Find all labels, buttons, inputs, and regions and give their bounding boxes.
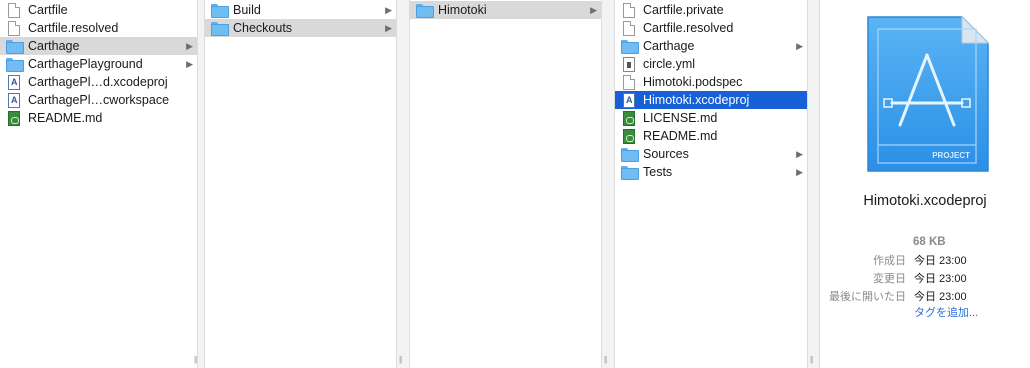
list-item[interactable]: CarthagePlayground ▶	[0, 55, 197, 73]
folder-icon	[416, 4, 434, 18]
folder-icon	[621, 166, 639, 180]
column-divider[interactable]	[198, 0, 205, 368]
folder-icon	[211, 22, 229, 36]
finder-column-4[interactable]: Cartfile.private Cartfile.resolved Carth…	[615, 0, 808, 368]
list-item-selected[interactable]: Himotoki.xcodeproj	[615, 91, 807, 109]
folder-icon	[6, 40, 24, 54]
chevron-right-icon: ▶	[385, 23, 392, 33]
list-item[interactable]: LICENSE.md	[615, 109, 807, 127]
yml-file-icon	[623, 56, 635, 72]
column-divider[interactable]	[602, 0, 615, 368]
list-item[interactable]: Checkouts ▶	[205, 19, 396, 37]
document-icon	[623, 20, 635, 36]
finder-column-2[interactable]: Build ▶ Checkouts ▶	[205, 0, 397, 368]
preview-pane: PROJECT Himotoki.xcodeproj 68 KB 作成日 今日 …	[820, 0, 1030, 368]
markdown-icon	[8, 110, 20, 126]
column-divider[interactable]	[808, 0, 820, 368]
column-resize-handle[interactable]: ||	[399, 355, 402, 364]
list-item[interactable]: circle.yml	[615, 55, 807, 73]
list-item[interactable]: Build ▶	[205, 1, 396, 19]
preview-filename: Himotoki.xcodeproj	[863, 193, 987, 209]
list-item[interactable]: Cartfile	[0, 1, 197, 19]
preview-metadata: 作成日 今日 23:00 変更日 今日 23:00 最後に開いた日 今日 23:…	[820, 252, 1030, 306]
list-item[interactable]: Himotoki.podspec	[615, 73, 807, 91]
document-icon	[623, 2, 635, 18]
chevron-right-icon: ▶	[590, 5, 597, 15]
column-resize-handle[interactable]: ||	[810, 355, 813, 364]
folder-icon	[6, 58, 24, 72]
folder-icon	[621, 148, 639, 162]
list-item[interactable]: CarthagePl…cworkspace	[0, 91, 197, 109]
folder-icon	[621, 40, 639, 54]
preview-filesize: 68 KB	[913, 236, 946, 248]
finder-column-1[interactable]: Cartfile Cartfile.resolved Carthage ▶ Car…	[0, 0, 198, 368]
list-item[interactable]: Cartfile.resolved	[0, 19, 197, 37]
document-icon	[8, 20, 20, 36]
add-tags-link[interactable]: タグを追加...	[914, 304, 978, 320]
list-item[interactable]: README.md	[0, 109, 197, 127]
list-item[interactable]: Himotoki ▶	[410, 1, 601, 19]
meta-modified: 変更日 今日 23:00	[873, 273, 967, 285]
document-icon	[8, 2, 20, 18]
list-item[interactable]: Carthage ▶	[615, 37, 807, 55]
chevron-right-icon: ▶	[796, 41, 803, 51]
list-item[interactable]: Carthage ▶	[0, 37, 197, 55]
xcode-project-large-icon: PROJECT	[867, 15, 990, 172]
column-divider[interactable]	[397, 0, 410, 368]
meta-created: 作成日 今日 23:00	[873, 255, 967, 267]
column-resize-handle[interactable]: ||	[604, 355, 607, 364]
svg-text:PROJECT: PROJECT	[932, 151, 970, 160]
chevron-right-icon: ▶	[796, 149, 803, 159]
chevron-right-icon: ▶	[385, 5, 392, 15]
xcode-project-icon	[623, 92, 635, 108]
chevron-right-icon: ▶	[186, 59, 193, 69]
list-item[interactable]: Sources ▶	[615, 145, 807, 163]
xcode-project-icon	[8, 74, 20, 90]
column-resize-handle[interactable]: ||	[194, 355, 197, 364]
xcode-workspace-icon	[8, 92, 20, 108]
document-icon	[623, 74, 635, 90]
list-item[interactable]: CarthagePl…d.xcodeproj	[0, 73, 197, 91]
finder-column-3[interactable]: Himotoki ▶	[410, 0, 602, 368]
chevron-right-icon: ▶	[186, 41, 193, 51]
markdown-icon	[623, 110, 635, 126]
list-item[interactable]: Cartfile.private	[615, 1, 807, 19]
folder-icon	[211, 4, 229, 18]
list-item[interactable]: Tests ▶	[615, 163, 807, 181]
chevron-right-icon: ▶	[796, 167, 803, 177]
list-item[interactable]: README.md	[615, 127, 807, 145]
markdown-icon	[623, 128, 635, 144]
list-item[interactable]: Cartfile.resolved	[615, 19, 807, 37]
